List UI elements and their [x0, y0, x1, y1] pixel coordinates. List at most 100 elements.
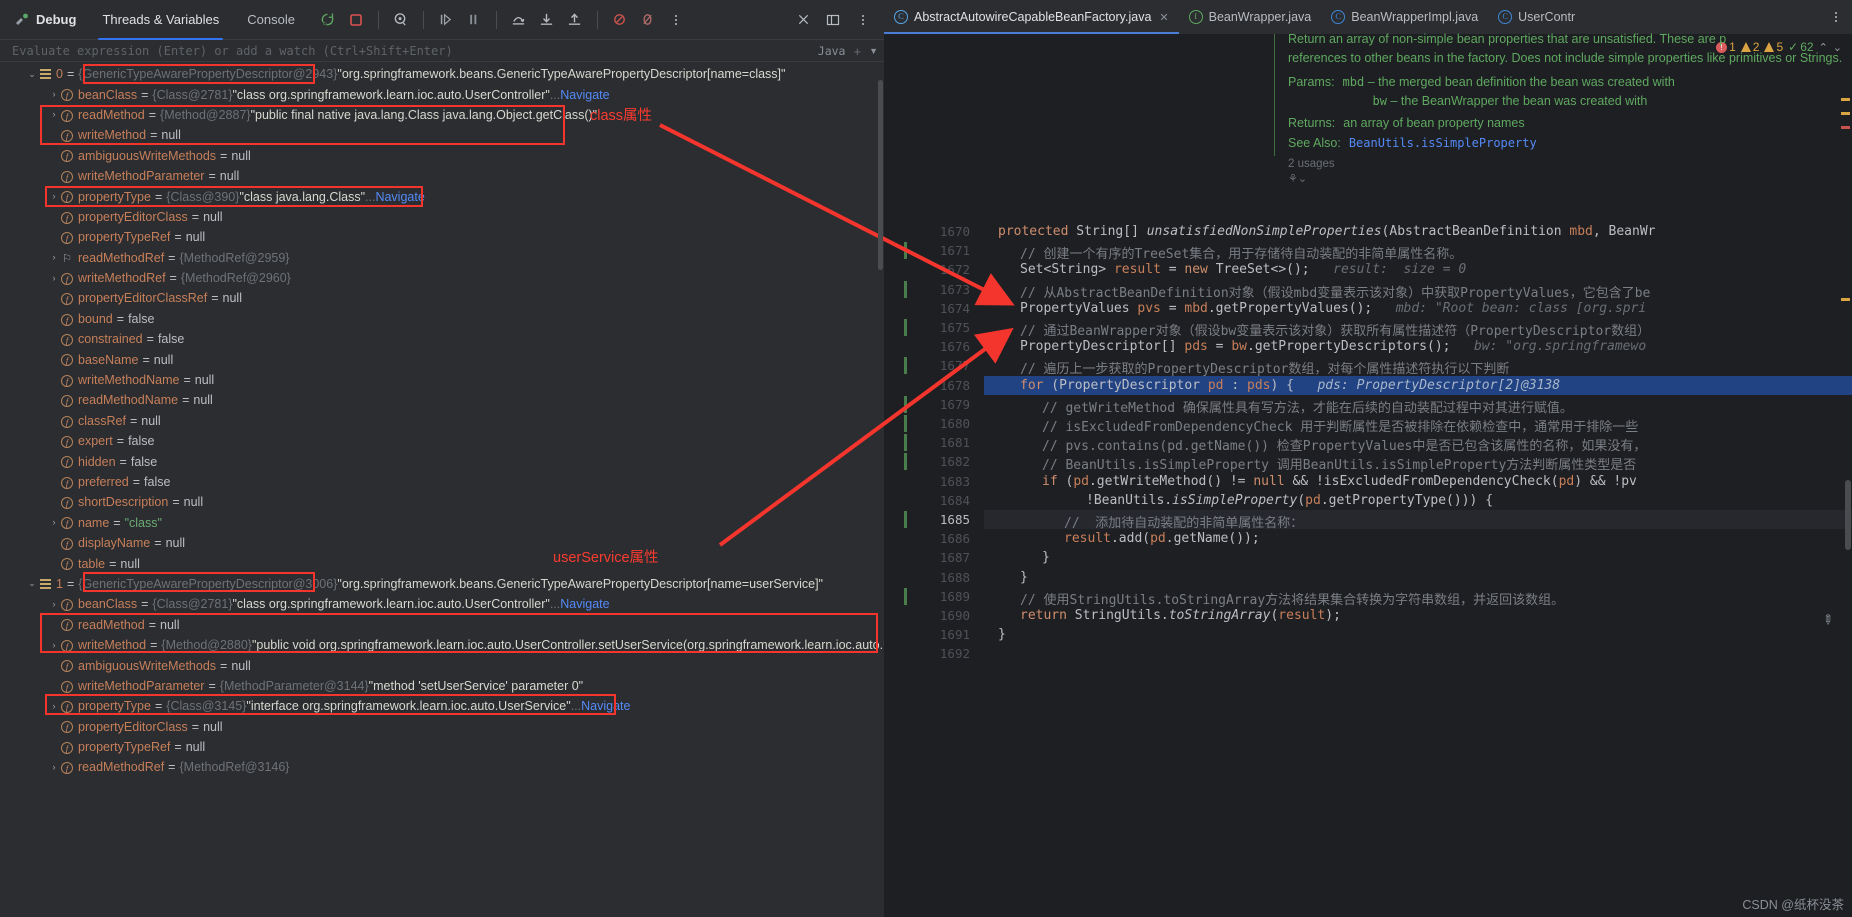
tree-row[interactable]: › f beanClass = {Class@2781} "class org.spri… — [0, 594, 884, 614]
tree-row[interactable]: ›fambiguousWriteMethods=null — [0, 655, 884, 675]
code-line[interactable]: // 创建一个有序的TreeSet集合，用于存储待自动装配的非简单属性名称。 — [984, 243, 1462, 262]
navigate-link[interactable]: Navigate — [560, 597, 609, 611]
tree-row[interactable]: › f name = "class" — [0, 513, 884, 533]
code-line[interactable]: PropertyValues pvs = mbd.getPropertyValu… — [984, 301, 1646, 316]
code-line[interactable]: !BeanUtils.isSimpleProperty(pd.getProper… — [984, 493, 1493, 508]
code-line[interactable]: // isExcludedFromDependencyCheck 用于判断属性是… — [984, 416, 1638, 435]
tree-row[interactable]: ›fwriteMethodParameter={MethodParameter@… — [0, 676, 884, 696]
mute-breakpoints-icon[interactable] — [607, 7, 633, 33]
step-out-icon[interactable] — [562, 7, 588, 33]
close-icon[interactable]: ✕ — [1159, 11, 1168, 24]
code-line[interactable]: } — [984, 627, 1006, 642]
step-into-icon[interactable] — [534, 7, 560, 33]
add-watch-icon[interactable]: + — [853, 44, 861, 59]
chevron-right-icon[interactable]: › — [48, 701, 60, 711]
tab-console[interactable]: Console — [233, 0, 309, 40]
variables-tree[interactable]: ⌄ 0 = {GenericTypeAwarePropertyDescriptor@2… — [0, 62, 884, 917]
editor-tab-bean-wrapper[interactable]: I BeanWrapper.java — [1179, 0, 1322, 34]
code-line[interactable]: Set<String> result = new TreeSet<>(); re… — [984, 262, 1466, 277]
step-over-icon[interactable] — [506, 7, 532, 33]
tab-threads-variables[interactable]: Threads & Variables — [88, 0, 233, 40]
code-line[interactable]: // pvs.contains(pd.getName()) 检查Property… — [984, 435, 1646, 454]
tree-row[interactable]: ›fpropertyTypeRef=null — [0, 737, 884, 757]
tree-row[interactable]: ›fpropertyEditorClass=null — [0, 207, 884, 227]
tree-row[interactable]: ›freadMethodName=null — [0, 390, 884, 410]
editor-scrollbar[interactable] — [1845, 480, 1851, 550]
chevron-right-icon[interactable]: › — [48, 253, 60, 262]
code-line[interactable]: // 从AbstractBeanDefinition对象（假设mbd变量表示该对… — [984, 282, 1650, 301]
code-line[interactable]: // 使用StringUtils.toStringArray方法将结果集合转换为… — [984, 589, 1564, 608]
tree-row[interactable]: ›freadMethod=null — [0, 615, 884, 635]
chevron-right-icon[interactable]: › — [48, 110, 60, 119]
tree-row[interactable]: ›ftable=null — [0, 553, 884, 573]
code-line[interactable]: // 添加待自动装配的非简单属性名称： — [984, 512, 1303, 531]
tree-row[interactable]: ›fhidden=false — [0, 451, 884, 471]
code-line[interactable]: } — [984, 550, 1050, 565]
layout-icon[interactable] — [820, 7, 846, 33]
stop-icon[interactable] — [343, 7, 369, 33]
tree-row[interactable]: › f writeMethodRef = {MethodRef@2960} — [0, 268, 884, 288]
editor-body[interactable]: 1670 1671 1672 1673 1674 1675 1676 1677 1678 1679… — [884, 34, 1852, 917]
tree-row[interactable]: ›fclassRef=null — [0, 411, 884, 431]
resume-icon[interactable] — [433, 7, 459, 33]
tree-row[interactable]: ›fpreferred=false — [0, 472, 884, 492]
code-line[interactable]: protected String[] unsatisfiedNonSimpleP… — [984, 224, 1656, 239]
tree-row[interactable]: ›fpropertyEditorClassRef=null — [0, 288, 884, 308]
chevron-right-icon[interactable]: › — [48, 762, 60, 772]
editor-tab-bean-wrapper-impl[interactable]: C BeanWrapperImpl.java — [1321, 0, 1488, 34]
navigate-link[interactable]: Navigate — [581, 699, 630, 713]
chevron-right-icon[interactable]: › — [48, 273, 60, 283]
more-tabs-icon[interactable] — [1824, 5, 1848, 29]
options-icon[interactable] — [850, 7, 876, 33]
chevron-right-icon[interactable]: › — [48, 90, 60, 99]
tree-row[interactable]: › f propertyType = {Class@390} "class java.l… — [0, 186, 884, 206]
view-breakpoints-icon[interactable] — [388, 7, 414, 33]
code-line[interactable]: if (pd.getWriteMethod() != null && !isEx… — [984, 474, 1637, 489]
code-line[interactable]: PropertyDescriptor[] pds = bw.getPropert… — [984, 339, 1646, 354]
evaluate-expression-bar[interactable]: Evaluate expression (Enter) or add a wat… — [0, 40, 884, 62]
debug-panel-scrollbar[interactable] — [878, 80, 883, 270]
tree-row[interactable]: ›fpropertyEditorClass=null — [0, 717, 884, 737]
chevron-right-icon[interactable]: › — [48, 192, 60, 201]
code-line[interactable]: for (PropertyDescriptor pd : pds) { pds:… — [984, 378, 1560, 393]
rerun-icon[interactable]: ↻ — [315, 7, 341, 33]
code-content[interactable]: protected String[] unsatisfiedNonSimpleP… — [984, 34, 1852, 917]
tree-row[interactable]: ›fwriteMethodName=null — [0, 370, 884, 390]
disable-breakpoints-icon[interactable] — [635, 7, 661, 33]
javadoc-see-also-link[interactable]: BeanUtils.isSimpleProperty — [1349, 134, 1537, 153]
tree-row[interactable]: ⌄ 1 = {GenericTypeAwarePropertyDescriptor@3… — [0, 574, 884, 594]
chevron-right-icon[interactable]: › — [48, 599, 60, 609]
code-line[interactable]: // 通过BeanWrapper对象（假设bw变量表示该对象）获取所有属性描述符… — [984, 320, 1650, 339]
tree-row[interactable]: ›fbound=false — [0, 309, 884, 329]
chevron-right-icon[interactable]: › — [48, 640, 60, 650]
tree-row[interactable]: ›fshortDescription=null — [0, 492, 884, 512]
chevron-down-icon[interactable]: ▼ — [869, 46, 878, 56]
more-options-icon[interactable] — [663, 7, 689, 33]
pause-icon[interactable] — [461, 7, 487, 33]
usage-run-icon[interactable]: ⚘⌄ — [1288, 172, 1307, 185]
usages-label-top[interactable]: 2 usages — [1288, 158, 1335, 170]
navigate-link[interactable]: Navigate — [375, 190, 424, 204]
tree-row[interactable]: › f writeMethod = {Method@2880} "public void… — [0, 635, 885, 655]
tree-row[interactable]: › f readMethod = {Method@2887} "public final… — [0, 105, 884, 125]
tree-row[interactable]: ›fambiguousWriteMethods=null — [0, 146, 884, 166]
chevron-right-icon[interactable]: › — [48, 518, 60, 527]
tree-row[interactable]: › f beanClass = {Class@2781} "class org.spri… — [0, 84, 884, 104]
tree-row[interactable]: ›fbaseName=null — [0, 349, 884, 369]
close-icon[interactable] — [790, 7, 816, 33]
tree-row[interactable]: ⌄ 0 = {GenericTypeAwarePropertyDescriptor@2… — [0, 64, 884, 84]
tree-row[interactable]: ›fwriteMethodParameter=null — [0, 166, 884, 186]
tree-row[interactable]: › f readMethodRef = {MethodRef@3146} — [0, 757, 884, 777]
navigate-link[interactable]: Navigate — [560, 88, 609, 102]
chevron-down-icon[interactable]: ⌄ — [26, 579, 38, 588]
tree-row[interactable]: › f propertyType = {Class@3145} "interface o… — [0, 696, 884, 716]
code-line[interactable]: } — [984, 570, 1028, 585]
evaluate-language-label[interactable]: Java — [818, 44, 846, 58]
code-line[interactable]: // getWriteMethod 确保属性具有写方法，才能在后续的自动装配过程… — [984, 397, 1573, 416]
code-line[interactable]: // BeanUtils.isSimpleProperty 调用BeanUtil… — [984, 454, 1636, 473]
code-line[interactable]: return StringUtils.toStringArray(result)… — [984, 608, 1341, 623]
editor-tab-abstract-autowire-capable-bean-factory[interactable]: C AbstractAutowireCapableBeanFactory.jav… — [884, 0, 1179, 34]
tree-row[interactable]: ›fwriteMethod=null — [0, 125, 884, 145]
code-line[interactable]: // 遍历上一步获取的PropertyDescriptor数组，对每个属性描述符… — [984, 358, 1509, 377]
code-line[interactable]: result.add(pd.getName()); — [984, 531, 1260, 546]
